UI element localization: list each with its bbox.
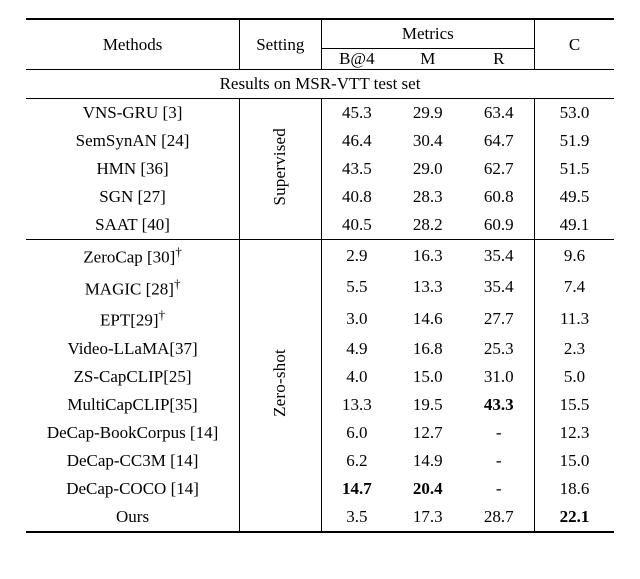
- metric-r: -: [463, 447, 534, 475]
- section-title: Results on MSR-VTT test set: [26, 70, 614, 99]
- method-cell: VNS-GRU [3]: [26, 99, 240, 127]
- table-row: ZeroCap [30]†Zero-shot2.916.335.49.6: [26, 240, 614, 272]
- metric-b4: 46.4: [321, 127, 392, 155]
- metric-b4: 6.0: [321, 419, 392, 447]
- method-cell: Video-LLaMA[37]: [26, 335, 240, 363]
- setting-label: Zero-shot: [270, 349, 290, 417]
- col-header-b4: B@4: [321, 49, 392, 70]
- results-table: Methods Setting Metrics C B@4 M R Result…: [26, 18, 614, 533]
- col-header-c: C: [535, 20, 614, 70]
- metric-m: 28.3: [392, 183, 463, 211]
- metric-b4: 43.5: [321, 155, 392, 183]
- method-cell: DeCap-CC3M [14]: [26, 447, 240, 475]
- metric-m: 30.4: [392, 127, 463, 155]
- metric-r: 31.0: [463, 363, 534, 391]
- metric-m: 12.7: [392, 419, 463, 447]
- metric-m: 16.8: [392, 335, 463, 363]
- metric-m: 16.3: [392, 240, 463, 272]
- metric-c: 15.5: [535, 391, 614, 419]
- metric-b4: 2.9: [321, 240, 392, 272]
- metric-r: 35.4: [463, 272, 534, 304]
- metric-r: 60.9: [463, 211, 534, 240]
- table-row: VNS-GRU [3]Supervised45.329.963.453.0: [26, 99, 614, 127]
- metric-b4: 3.0: [321, 303, 392, 335]
- metric-c: 2.3: [535, 335, 614, 363]
- metric-b4: 40.8: [321, 183, 392, 211]
- metric-b4: 14.7: [321, 475, 392, 503]
- metric-m: 29.9: [392, 99, 463, 127]
- metric-c: 53.0: [535, 99, 614, 127]
- metric-r: -: [463, 475, 534, 503]
- method-cell: HMN [36]: [26, 155, 240, 183]
- metric-b4: 13.3: [321, 391, 392, 419]
- header-row-1: Methods Setting Metrics C: [26, 20, 614, 49]
- method-cell: EPT[29]†: [26, 303, 240, 335]
- col-header-m: M: [392, 49, 463, 70]
- method-cell: SAAT [40]: [26, 211, 240, 240]
- method-cell: DeCap-COCO [14]: [26, 475, 240, 503]
- metric-b4: 5.5: [321, 272, 392, 304]
- col-header-metrics-group: Metrics: [321, 20, 535, 49]
- metric-r: 27.7: [463, 303, 534, 335]
- metric-m: 13.3: [392, 272, 463, 304]
- metric-c: 22.1: [535, 503, 614, 531]
- metric-m: 19.5: [392, 391, 463, 419]
- metric-r: 64.7: [463, 127, 534, 155]
- metric-b4: 3.5: [321, 503, 392, 531]
- metric-m: 20.4: [392, 475, 463, 503]
- col-header-r: R: [463, 49, 534, 70]
- metric-r: 62.7: [463, 155, 534, 183]
- metric-c: 51.9: [535, 127, 614, 155]
- metric-c: 49.1: [535, 211, 614, 240]
- setting-label: Supervised: [270, 128, 290, 206]
- metric-m: 28.2: [392, 211, 463, 240]
- method-cell: MAGIC [28]†: [26, 272, 240, 304]
- metric-c: 12.3: [535, 419, 614, 447]
- col-header-methods: Methods: [26, 20, 240, 70]
- method-cell: MultiCapCLIP[35]: [26, 391, 240, 419]
- method-cell: ZeroCap [30]†: [26, 240, 240, 272]
- metric-b4: 4.9: [321, 335, 392, 363]
- metric-c: 18.6: [535, 475, 614, 503]
- metric-c: 7.4: [535, 272, 614, 304]
- metric-r: 25.3: [463, 335, 534, 363]
- metric-r: 60.8: [463, 183, 534, 211]
- metric-b4: 4.0: [321, 363, 392, 391]
- setting-cell: Supervised: [240, 99, 321, 240]
- metric-c: 9.6: [535, 240, 614, 272]
- metric-r: 35.4: [463, 240, 534, 272]
- metric-r: 43.3: [463, 391, 534, 419]
- metric-c: 15.0: [535, 447, 614, 475]
- metric-c: 5.0: [535, 363, 614, 391]
- metric-b4: 45.3: [321, 99, 392, 127]
- method-cell: DeCap-BookCorpus [14]: [26, 419, 240, 447]
- metric-b4: 40.5: [321, 211, 392, 240]
- metric-r: 28.7: [463, 503, 534, 531]
- method-cell: Ours: [26, 503, 240, 531]
- metric-c: 51.5: [535, 155, 614, 183]
- metric-c: 11.3: [535, 303, 614, 335]
- col-header-setting: Setting: [240, 20, 321, 70]
- metric-b4: 6.2: [321, 447, 392, 475]
- metric-m: 14.9: [392, 447, 463, 475]
- metric-r: -: [463, 419, 534, 447]
- section-title-row: Results on MSR-VTT test set: [26, 70, 614, 99]
- metric-m: 14.6: [392, 303, 463, 335]
- setting-cell: Zero-shot: [240, 240, 321, 531]
- method-cell: ZS-CapCLIP[25]: [26, 363, 240, 391]
- metric-c: 49.5: [535, 183, 614, 211]
- metric-m: 29.0: [392, 155, 463, 183]
- method-cell: SemSynAN [24]: [26, 127, 240, 155]
- method-cell: SGN [27]: [26, 183, 240, 211]
- metric-m: 17.3: [392, 503, 463, 531]
- metric-m: 15.0: [392, 363, 463, 391]
- metric-r: 63.4: [463, 99, 534, 127]
